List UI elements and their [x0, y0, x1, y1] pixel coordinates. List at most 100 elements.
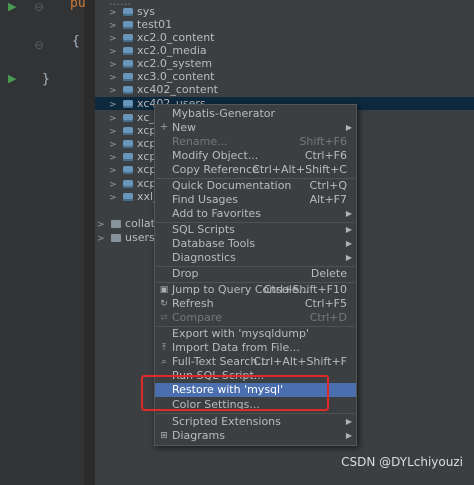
tree-item-label: xc2.0_media — [137, 44, 207, 57]
import-icon: ⤒ — [162, 343, 166, 353]
menu-item-label: SQL Scripts — [172, 223, 235, 236]
console-icon: ▣ — [159, 285, 169, 295]
menu-item-label: Import Data from File... — [172, 341, 300, 354]
menu-item-full-text-search[interactable]: ⌕ Full-Text Search... Ctrl+Alt+Shift+F — [155, 355, 356, 369]
schema-icon — [123, 153, 133, 161]
menu-item-shortcut: Ctrl+Alt+Shift+C — [252, 163, 347, 176]
schema-icon — [123, 21, 133, 29]
menu-separator — [156, 413, 355, 414]
submenu-arrow-icon: ▶ — [345, 253, 352, 262]
fold-marker-icon[interactable]: ⊖ — [34, 0, 44, 14]
menu-item-shortcut: Alt+F7 — [309, 193, 347, 206]
menu-item-label: Copy Reference — [172, 163, 259, 176]
menu-item-label: Modify Object... — [172, 149, 259, 162]
menu-item-refresh[interactable]: ↻ Refresh Ctrl+F5 — [155, 297, 356, 311]
menu-item-quick-documentation[interactable]: Quick Documentation Ctrl+Q — [155, 179, 356, 193]
schema-icon — [123, 180, 133, 188]
folder-icon — [111, 220, 121, 228]
tree-item-label: users — [125, 231, 155, 244]
menu-item-shortcut: Ctrl+Alt+Shift+F — [253, 355, 347, 368]
tree-item-label: sys — [137, 5, 155, 18]
submenu-arrow-icon: ▶ — [345, 123, 352, 132]
menu-item-diagnostics[interactable]: Diagnostics ▶ — [155, 251, 356, 265]
schema-icon — [123, 100, 133, 108]
tree-item-label: xc3.0_content — [137, 70, 215, 83]
chevron-right-icon[interactable]: > — [97, 233, 111, 246]
plus-icon: ＋ — [159, 123, 169, 133]
menu-item-shortcut: Ctrl+D — [309, 311, 347, 324]
menu-item-shortcut: Delete — [310, 267, 347, 280]
menu-item-diagrams[interactable]: ⊞ Diagrams ▶ — [155, 429, 356, 443]
menu-item-database-tools[interactable]: Database Tools ▶ — [155, 237, 356, 251]
menu-item-sql-scripts[interactable]: SQL Scripts ▶ — [155, 223, 356, 237]
tree-item-label: xc402_content — [137, 83, 218, 96]
menu-item-mybatis-generator[interactable]: Mybatis-Generator — [155, 107, 356, 121]
code-brace: { — [72, 34, 80, 49]
menu-item-shortcut: Ctrl+F6 — [304, 149, 347, 162]
menu-item-jump-to-query-console[interactable]: ▣ Jump to Query Console... Ctrl+Shift+F1… — [155, 283, 356, 297]
menu-item-label: Mybatis-Generator — [172, 107, 276, 120]
tree-item[interactable]: > xc402_content — [109, 83, 218, 96]
menu-item-label: Add to Favorites — [172, 207, 262, 220]
tree-item[interactable]: > xc2.0_media — [109, 44, 207, 57]
fold-marker-icon[interactable]: ⊖ — [34, 38, 44, 52]
menu-item-shortcut: Ctrl+Shift+F10 — [263, 283, 347, 296]
code-brace: } — [42, 72, 50, 87]
submenu-arrow-icon: ▶ — [345, 209, 352, 218]
menu-item-scripted-extensions[interactable]: Scripted Extensions ▶ — [155, 415, 356, 429]
tree-item[interactable]: > sys — [109, 5, 155, 18]
menu-item-label: Diagnostics — [172, 251, 236, 264]
watermark: CSDN @DYLchiyouzi — [341, 455, 463, 469]
menu-item-label: Export with 'mysqldump' — [172, 327, 310, 340]
menu-item-modify-object[interactable]: Modify Object... Ctrl+F6 — [155, 149, 356, 163]
schema-icon — [123, 47, 133, 55]
folder-icon — [111, 234, 121, 242]
tree-item-label: xc2.0_content — [137, 31, 215, 44]
chevron-right-icon[interactable]: > — [109, 192, 123, 205]
code-text: pu — [70, 0, 86, 11]
menu-item-drop[interactable]: Drop Delete — [155, 267, 356, 281]
schema-icon — [123, 8, 133, 16]
submenu-arrow-icon: ▶ — [345, 417, 352, 426]
menu-item-compare[interactable]: ⇄ Compare Ctrl+D — [155, 311, 356, 325]
search-icon: ⌕ — [161, 357, 167, 367]
run-icon[interactable]: ▶ — [8, 72, 16, 85]
menu-item-export-mysqldump[interactable]: Export with 'mysqldump' — [155, 327, 356, 341]
menu-item-shortcut: Shift+F6 — [299, 135, 347, 148]
submenu-arrow-icon: ▶ — [345, 431, 352, 440]
schema-icon — [123, 140, 133, 148]
menu-item-find-usages[interactable]: Find Usages Alt+F7 — [155, 193, 356, 207]
menu-item-label: Database Tools — [172, 237, 256, 250]
menu-item-label: Find Usages — [172, 193, 239, 206]
schema-icon — [123, 86, 133, 94]
tree-item[interactable]: > xc3.0_content — [109, 70, 214, 83]
menu-item-new[interactable]: ＋ New ▶ — [155, 121, 356, 135]
menu-item-label: New — [172, 121, 196, 134]
schema-icon — [123, 166, 133, 174]
tree-item[interactable]: > xc2.0_content — [109, 31, 214, 44]
menu-item-label: Compare — [172, 311, 222, 324]
submenu-arrow-icon: ▶ — [345, 239, 352, 248]
menu-item-add-to-favorites[interactable]: Add to Favorites ▶ — [155, 207, 356, 221]
menu-item-rename[interactable]: Rename... Shift+F6 — [155, 135, 356, 149]
tree-item-label: test01 — [137, 18, 173, 31]
compare-icon: ⇄ — [160, 313, 168, 323]
tree-item[interactable]: > xc2.0_system — [109, 57, 212, 70]
menu-item-shortcut: Ctrl+Q — [309, 179, 347, 192]
menu-item-copy-reference[interactable]: Copy Reference Ctrl+Alt+Shift+C — [155, 163, 356, 177]
annotation-highlight-box — [141, 375, 329, 411]
menu-item-label: Scripted Extensions — [172, 415, 281, 428]
menu-item-label: Diagrams — [172, 429, 225, 442]
menu-item-import-data[interactable]: ⤒ Import Data from File... — [155, 341, 356, 355]
tree-item-label: xc2.0_system — [137, 57, 213, 70]
schema-icon — [123, 193, 133, 201]
tree-item[interactable]: > test01 — [109, 18, 172, 31]
schema-icon — [123, 114, 133, 122]
menu-item-label: Drop — [172, 267, 199, 280]
refresh-icon: ↻ — [160, 299, 168, 309]
menu-item-label: Refresh — [172, 297, 214, 310]
schema-icon — [123, 127, 133, 135]
menu-item-label: Rename... — [172, 135, 228, 148]
menu-item-shortcut: Ctrl+F5 — [304, 297, 347, 310]
run-icon[interactable]: ▶ — [8, 0, 16, 13]
